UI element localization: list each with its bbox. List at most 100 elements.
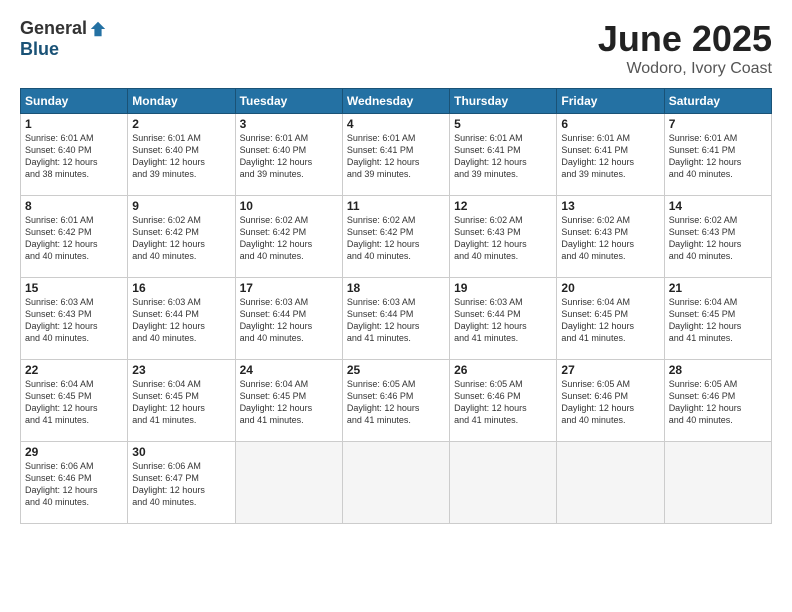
table-row: 10Sunrise: 6:02 AM Sunset: 6:42 PM Dayli… [235,196,342,278]
day-number: 5 [454,117,552,131]
col-saturday: Saturday [664,89,771,114]
day-info: Sunrise: 6:05 AM Sunset: 6:46 PM Dayligh… [347,378,445,427]
day-number: 19 [454,281,552,295]
table-row: 6Sunrise: 6:01 AM Sunset: 6:41 PM Daylig… [557,114,664,196]
table-row: 5Sunrise: 6:01 AM Sunset: 6:41 PM Daylig… [450,114,557,196]
day-info: Sunrise: 6:03 AM Sunset: 6:44 PM Dayligh… [240,296,338,345]
col-monday: Monday [128,89,235,114]
day-number: 21 [669,281,767,295]
logo-icon [89,20,107,38]
day-info: Sunrise: 6:02 AM Sunset: 6:42 PM Dayligh… [240,214,338,263]
table-row: 21Sunrise: 6:04 AM Sunset: 6:45 PM Dayli… [664,278,771,360]
day-info: Sunrise: 6:02 AM Sunset: 6:43 PM Dayligh… [669,214,767,263]
day-info: Sunrise: 6:01 AM Sunset: 6:41 PM Dayligh… [669,132,767,181]
title-section: June 2025 Wodoro, Ivory Coast [598,18,772,78]
col-thursday: Thursday [450,89,557,114]
table-row: 12Sunrise: 6:02 AM Sunset: 6:43 PM Dayli… [450,196,557,278]
day-number: 1 [25,117,123,131]
col-wednesday: Wednesday [342,89,449,114]
table-row: 23Sunrise: 6:04 AM Sunset: 6:45 PM Dayli… [128,360,235,442]
day-info: Sunrise: 6:04 AM Sunset: 6:45 PM Dayligh… [561,296,659,345]
table-row: 27Sunrise: 6:05 AM Sunset: 6:46 PM Dayli… [557,360,664,442]
table-row: 14Sunrise: 6:02 AM Sunset: 6:43 PM Dayli… [664,196,771,278]
day-number: 10 [240,199,338,213]
table-row [664,442,771,524]
day-info: Sunrise: 6:01 AM Sunset: 6:40 PM Dayligh… [240,132,338,181]
day-number: 2 [132,117,230,131]
day-number: 23 [132,363,230,377]
col-tuesday: Tuesday [235,89,342,114]
table-row: 28Sunrise: 6:05 AM Sunset: 6:46 PM Dayli… [664,360,771,442]
day-number: 25 [347,363,445,377]
page: General Blue June 2025 Wodoro, Ivory Coa… [0,0,792,612]
day-number: 12 [454,199,552,213]
table-row: 11Sunrise: 6:02 AM Sunset: 6:42 PM Dayli… [342,196,449,278]
day-number: 26 [454,363,552,377]
day-number: 27 [561,363,659,377]
day-number: 3 [240,117,338,131]
day-number: 18 [347,281,445,295]
day-info: Sunrise: 6:04 AM Sunset: 6:45 PM Dayligh… [25,378,123,427]
table-row: 2Sunrise: 6:01 AM Sunset: 6:40 PM Daylig… [128,114,235,196]
day-info: Sunrise: 6:01 AM Sunset: 6:41 PM Dayligh… [347,132,445,181]
day-number: 9 [132,199,230,213]
table-row: 24Sunrise: 6:04 AM Sunset: 6:45 PM Dayli… [235,360,342,442]
calendar-week-row: 1 Sunrise: 6:01 AM Sunset: 6:40 PM Daylig… [21,114,772,196]
day-info: Sunrise: 6:03 AM Sunset: 6:44 PM Dayligh… [132,296,230,345]
table-row: 30Sunrise: 6:06 AM Sunset: 6:47 PM Dayli… [128,442,235,524]
calendar-header-row: Sunday Monday Tuesday Wednesday Thursday… [21,89,772,114]
col-friday: Friday [557,89,664,114]
calendar-week-row: 29Sunrise: 6:06 AM Sunset: 6:46 PM Dayli… [21,442,772,524]
col-sunday: Sunday [21,89,128,114]
day-info: Sunrise: 6:06 AM Sunset: 6:46 PM Dayligh… [25,460,123,509]
day-number: 28 [669,363,767,377]
day-info: Sunrise: 6:04 AM Sunset: 6:45 PM Dayligh… [132,378,230,427]
table-row: 1Sunrise: 6:01 AM Sunset: 6:40 PM Daylig… [21,114,128,196]
table-row: 25Sunrise: 6:05 AM Sunset: 6:46 PM Dayli… [342,360,449,442]
logo-blue-text: Blue [20,39,59,60]
day-info: Sunrise: 6:02 AM Sunset: 6:42 PM Dayligh… [347,214,445,263]
day-info: Sunrise: 6:02 AM Sunset: 6:43 PM Dayligh… [454,214,552,263]
header: General Blue June 2025 Wodoro, Ivory Coa… [20,18,772,78]
day-info: Sunrise: 6:05 AM Sunset: 6:46 PM Dayligh… [454,378,552,427]
day-info: Sunrise: 6:03 AM Sunset: 6:44 PM Dayligh… [454,296,552,345]
day-info: Sunrise: 6:02 AM Sunset: 6:42 PM Dayligh… [132,214,230,263]
table-row [557,442,664,524]
day-number: 29 [25,445,123,459]
day-info: Sunrise: 6:04 AM Sunset: 6:45 PM Dayligh… [240,378,338,427]
day-info: Sunrise: 6:06 AM Sunset: 6:47 PM Dayligh… [132,460,230,509]
day-number: 30 [132,445,230,459]
table-row: 16Sunrise: 6:03 AM Sunset: 6:44 PM Dayli… [128,278,235,360]
day-number: 4 [347,117,445,131]
table-row: 8Sunrise: 6:01 AM Sunset: 6:42 PM Daylig… [21,196,128,278]
logo: General Blue [20,18,107,60]
table-row: 9Sunrise: 6:02 AM Sunset: 6:42 PM Daylig… [128,196,235,278]
calendar-week-row: 8Sunrise: 6:01 AM Sunset: 6:42 PM Daylig… [21,196,772,278]
table-row: 20Sunrise: 6:04 AM Sunset: 6:45 PM Dayli… [557,278,664,360]
table-row: 7Sunrise: 6:01 AM Sunset: 6:41 PM Daylig… [664,114,771,196]
table-row: 3Sunrise: 6:01 AM Sunset: 6:40 PM Daylig… [235,114,342,196]
table-row [342,442,449,524]
day-info: Sunrise: 6:01 AM Sunset: 6:41 PM Dayligh… [454,132,552,181]
subtitle: Wodoro, Ivory Coast [598,60,772,78]
day-number: 13 [561,199,659,213]
table-row [235,442,342,524]
calendar-week-row: 15Sunrise: 6:03 AM Sunset: 6:43 PM Dayli… [21,278,772,360]
day-number: 15 [25,281,123,295]
day-number: 20 [561,281,659,295]
day-number: 8 [25,199,123,213]
main-title: June 2025 [598,18,772,60]
day-number: 16 [132,281,230,295]
day-number: 17 [240,281,338,295]
day-number: 22 [25,363,123,377]
table-row: 17Sunrise: 6:03 AM Sunset: 6:44 PM Dayli… [235,278,342,360]
day-info: Sunrise: 6:01 AM Sunset: 6:42 PM Dayligh… [25,214,123,263]
calendar-table: Sunday Monday Tuesday Wednesday Thursday… [20,88,772,524]
day-info: Sunrise: 6:03 AM Sunset: 6:43 PM Dayligh… [25,296,123,345]
table-row: 22Sunrise: 6:04 AM Sunset: 6:45 PM Dayli… [21,360,128,442]
logo-general-text: General [20,18,87,39]
day-info: Sunrise: 6:01 AM Sunset: 6:41 PM Dayligh… [561,132,659,181]
table-row: 15Sunrise: 6:03 AM Sunset: 6:43 PM Dayli… [21,278,128,360]
table-row: 4Sunrise: 6:01 AM Sunset: 6:41 PM Daylig… [342,114,449,196]
day-info: Sunrise: 6:03 AM Sunset: 6:44 PM Dayligh… [347,296,445,345]
